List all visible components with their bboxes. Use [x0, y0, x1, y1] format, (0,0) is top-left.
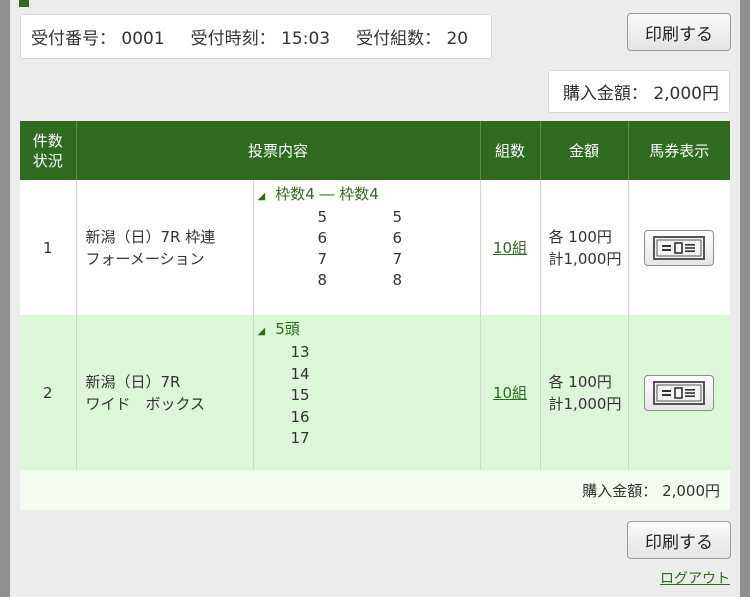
table-total-row: 購入金額： 2,000円	[20, 470, 731, 510]
header-kumi: 組数	[480, 121, 541, 180]
total-amount-bottom: 購入金額： 2,000円	[20, 470, 731, 510]
row-number: 1	[20, 180, 77, 315]
receipt-number: 受付番号： 0001	[31, 29, 165, 49]
total-amount-top: 購入金額： 2,000円	[548, 70, 730, 113]
bet-detail: ◢ 枠数4 ― 枠数4 55 66 77 88	[253, 180, 481, 315]
amount-cell: 各 100円 計1,000円	[540, 180, 629, 315]
receipt-time: 受付時刻： 15:03	[190, 29, 331, 49]
header-bet-content: 投票内容	[76, 121, 481, 180]
print-button-top[interactable]: 印刷する	[627, 13, 731, 51]
logout-link[interactable]: ログアウト	[660, 568, 730, 588]
header-ticket: 馬券表示	[628, 121, 731, 180]
amount-cell: 各 100円 計1,000円	[540, 315, 629, 470]
ticket-view-button[interactable]	[644, 374, 715, 411]
waku-selection-grid: 55 66 77 88	[317, 208, 403, 289]
triangle-icon: ◢	[257, 326, 266, 337]
print-button-bottom[interactable]: 印刷する	[627, 521, 731, 559]
race-info: 新潟（日）7R 枠連 フォーメーション	[76, 180, 254, 315]
top-accent-marker	[19, 0, 29, 7]
table-header-row: 件数 状況 投票内容 組数 金額 馬券表示	[20, 121, 731, 180]
header-amount: 金額	[540, 121, 629, 180]
kumi-link[interactable]: 10組	[493, 384, 527, 402]
row-number: 2	[20, 315, 77, 470]
ticket-icon	[653, 235, 706, 260]
header-count-status: 件数 状況	[20, 121, 77, 180]
triangle-icon: ◢	[257, 191, 266, 202]
ticket-view-button[interactable]	[644, 229, 715, 266]
ticket-icon	[653, 380, 706, 405]
race-info: 新潟（日）7R ワイド ボックス	[76, 315, 254, 470]
box-horse-list: 13 14 15 16 17	[290, 343, 310, 447]
kumi-link[interactable]: 10組	[493, 239, 527, 257]
bet-table: 件数 状況 投票内容 組数 金額 馬券表示 1 新潟（日）7R 枠連 フォーメー…	[20, 121, 731, 510]
bet-detail: ◢ 5頭 13 14 15 16 17	[253, 315, 481, 470]
table-row: 2 新潟（日）7R ワイド ボックス ◢ 5頭 13 14 15 16 17 10…	[20, 315, 731, 470]
receipt-info-box: 受付番号： 0001 受付時刻： 15:03 受付組数： 20	[20, 14, 492, 59]
table-row: 1 新潟（日）7R 枠連 フォーメーション ◢ 枠数4 ― 枠数4 55 66 7…	[20, 180, 731, 315]
receipt-count: 受付組数： 20	[356, 29, 469, 49]
